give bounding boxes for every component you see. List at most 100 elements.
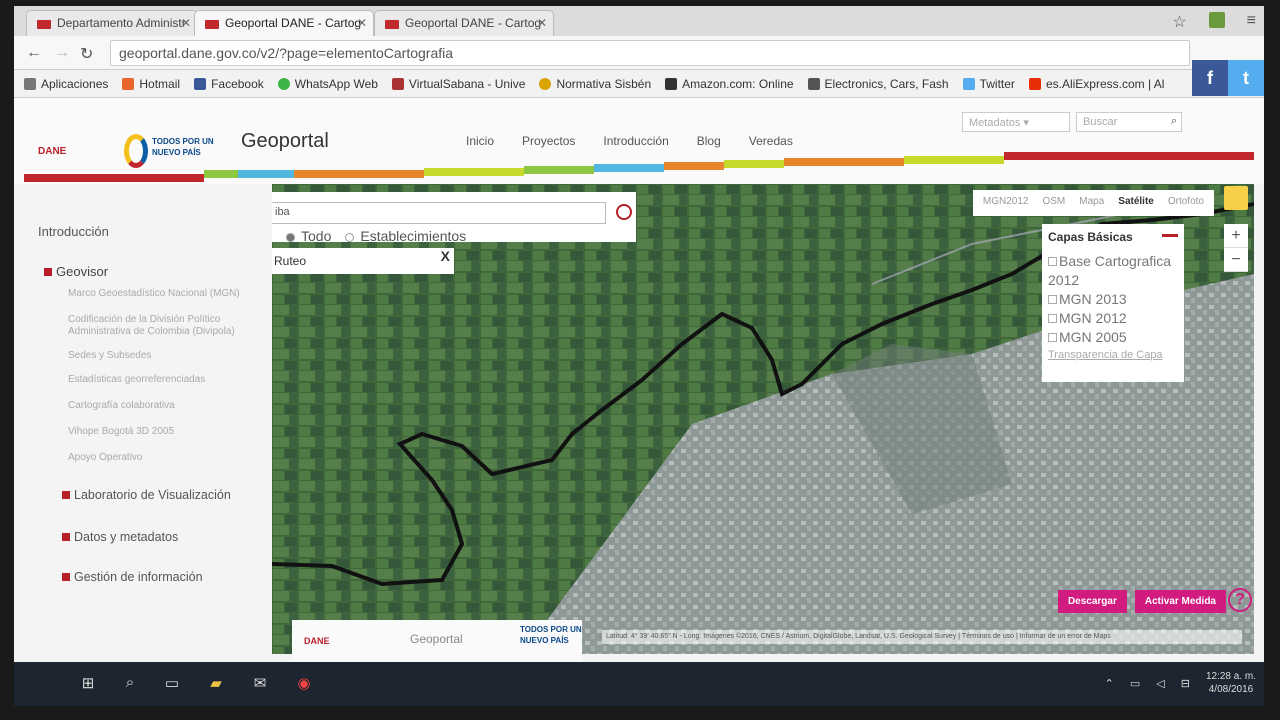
layer-mgn-2013[interactable]: MGN 2013	[1048, 290, 1178, 309]
layers-panel: Capas Básicas Base Cartografica 2012 MGN…	[1042, 224, 1184, 382]
menu-icon[interactable]: ≡	[1247, 12, 1256, 32]
star-icon[interactable]: ☆	[1172, 12, 1186, 32]
sidebar-sub-item[interactable]: Vihope Bogotá 3D 2005	[68, 426, 278, 438]
sidebar-gestion[interactable]: Gestión de información	[62, 570, 203, 584]
tray-chevron-icon[interactable]: ⌃	[1105, 677, 1114, 690]
ruteo-label[interactable]: Ruteo	[274, 254, 306, 268]
task-view-icon[interactable]: ▭	[162, 674, 182, 694]
battery-icon[interactable]: ▭	[1130, 677, 1140, 690]
sidebar-laboratorio[interactable]: Laboratorio de Visualización	[62, 488, 231, 502]
bookmark-whatsapp[interactable]: WhatsApp Web	[277, 76, 378, 91]
base-mgn2012[interactable]: MGN2012	[983, 196, 1029, 210]
system-clock[interactable]: 12:28 a. m. 4/08/2016	[1206, 670, 1256, 696]
base-mapa[interactable]: Mapa	[1079, 196, 1104, 210]
sidebar-sub-item[interactable]: Sedes y Subsedes	[68, 350, 278, 362]
bookmark-virtualsabana[interactable]: VirtualSabana - Unive	[391, 76, 525, 91]
bookmark-aliexpress[interactable]: es.AliExpress.com | Al	[1028, 76, 1164, 91]
zoom-control: + −	[1224, 224, 1248, 272]
street-view-pegman-icon[interactable]	[1224, 186, 1248, 210]
layer-base-cartografica[interactable]: Base Cartografica 2012	[1048, 252, 1178, 290]
close-tab-icon[interactable]: ✕	[181, 16, 191, 30]
menu-introduccion[interactable]: Introducción	[603, 134, 668, 148]
zoom-out-button[interactable]: −	[1224, 248, 1248, 272]
social-links: f t	[1192, 60, 1264, 96]
checkbox-icon[interactable]	[1048, 333, 1057, 342]
sidebar-sub-item[interactable]: Apoyo Operativo	[68, 452, 278, 464]
layer-mgn-2005[interactable]: MGN 2005	[1048, 328, 1178, 347]
url-field[interactable]: geoportal.dane.gov.co/v2/?page=elementoC…	[110, 40, 1190, 66]
forward-arrow-icon[interactable]: →	[54, 44, 70, 62]
checkbox-icon[interactable]	[1048, 295, 1057, 304]
tab-departamento[interactable]: Departamento Administr ✕	[26, 10, 198, 36]
sidebar: Introducción Geovisor Marco Geoestadísti…	[38, 184, 284, 704]
bookmark-twitter[interactable]: Twitter	[962, 76, 1015, 91]
menu-blog[interactable]: Blog	[697, 134, 721, 148]
download-button[interactable]: Descargar	[1057, 590, 1127, 613]
minimize-icon[interactable]	[1162, 234, 1178, 237]
sidebar-datos[interactable]: Datos y metadatos	[62, 530, 178, 544]
metadata-select[interactable]: Metadatos ▾	[962, 112, 1070, 132]
zoom-in-button[interactable]: +	[1224, 224, 1248, 248]
sidebar-sub-item[interactable]: Cartografía colaborativa	[68, 400, 278, 412]
map-search-input[interactable]: iba	[272, 202, 606, 224]
layer-mgn-2012[interactable]: MGN 2012	[1048, 309, 1178, 328]
transparency-link[interactable]: Transparencia de Capa	[1048, 349, 1178, 361]
close-ruteo-button[interactable]: X	[441, 248, 450, 264]
bookmark-facebook[interactable]: Facebook	[194, 76, 264, 91]
back-arrow-icon[interactable]: ←	[26, 44, 42, 62]
help-button[interactable]: ?	[1228, 588, 1252, 612]
windows-icon	[122, 77, 135, 90]
network-icon[interactable]: ⊟	[1181, 677, 1190, 690]
search-icon[interactable]: ⌕	[120, 674, 140, 694]
mail-icon[interactable]: ✉	[250, 674, 270, 694]
sidebar-geovisor[interactable]: Geovisor	[44, 264, 108, 279]
dane-favicon-icon	[205, 20, 219, 29]
search-icon[interactable]	[616, 204, 632, 220]
screen: Departamento Administr ✕ Geoportal DANE …	[14, 6, 1264, 706]
aliexpress-icon	[1028, 77, 1041, 90]
menu-veredas[interactable]: Veredas	[749, 134, 793, 148]
bookmark-amazon[interactable]: Amazon.com: Online	[665, 76, 794, 91]
radio-establecimientos[interactable]: Establecimientos	[345, 228, 466, 244]
facebook-share-icon[interactable]: f	[1192, 60, 1228, 96]
bookmark-apps[interactable]: Aplicaciones	[24, 76, 108, 91]
checkbox-icon[interactable]	[1048, 257, 1057, 266]
bookmark-hotmail[interactable]: Hotmail	[122, 76, 180, 91]
tab-geoportal-active[interactable]: Geoportal DANE - Cartog ✕	[194, 10, 374, 36]
color-stripe	[24, 152, 1254, 182]
expand-icon	[62, 573, 70, 581]
site-search-input[interactable]: Buscar ⌕	[1076, 112, 1182, 132]
close-tab-icon[interactable]: ✕	[537, 16, 547, 30]
sidebar-sub-item[interactable]: Estadísticas georreferenciadas	[68, 374, 278, 386]
whatsapp-icon	[277, 77, 290, 90]
bookmark-ebay[interactable]: Electronics, Cars, Fash	[807, 76, 949, 91]
extension-icon[interactable]	[1208, 12, 1225, 28]
layers-title: Capas Básicas	[1048, 230, 1133, 244]
base-ortofoto[interactable]: Ortofoto	[1168, 196, 1204, 210]
radio-todo[interactable]: Todo	[286, 228, 331, 244]
reload-icon[interactable]: ↻	[80, 44, 93, 64]
base-osm[interactable]: OSM	[1042, 196, 1065, 210]
measure-button[interactable]: Activar Medida	[1134, 590, 1226, 613]
twitter-share-icon[interactable]: t	[1228, 60, 1264, 96]
sidebar-sub-item[interactable]: Marco Geoestadístico Nacional (MGN)	[68, 288, 278, 300]
bookmark-sisben[interactable]: Normativa Sisbén	[539, 76, 651, 91]
twitter-icon	[962, 77, 975, 90]
close-tab-icon[interactable]: ✕	[357, 16, 367, 30]
menu-inicio[interactable]: Inicio	[466, 134, 494, 148]
radio-unselected-icon	[345, 232, 355, 242]
search-icon[interactable]: ⌕	[1171, 115, 1177, 128]
bookmarks-bar: Aplicaciones Hotmail Facebook WhatsApp W…	[14, 70, 1264, 98]
sidebar-sub-item[interactable]: Codificación de la División Político Adm…	[68, 314, 278, 338]
tab-geoportal[interactable]: Geoportal DANE - Cartog ✕	[374, 10, 554, 36]
base-satelite[interactable]: Satélite	[1118, 196, 1154, 210]
map-viewer[interactable]: iba Todo Establecimientos Ruteo X MGN201…	[272, 184, 1254, 654]
file-explorer-icon[interactable]: ▰	[206, 674, 226, 694]
volume-icon[interactable]: ◁	[1156, 677, 1164, 690]
menu-proyectos[interactable]: Proyectos	[522, 134, 575, 148]
windows-start-icon[interactable]: ⊞	[78, 674, 98, 694]
sidebar-introduccion[interactable]: Introducción	[38, 224, 109, 239]
checkbox-icon[interactable]	[1048, 314, 1057, 323]
chrome-icon[interactable]: ◉	[294, 674, 314, 694]
page: DANE TODOS POR UN NUEVO PAÍS Geoportal I…	[14, 98, 1264, 706]
